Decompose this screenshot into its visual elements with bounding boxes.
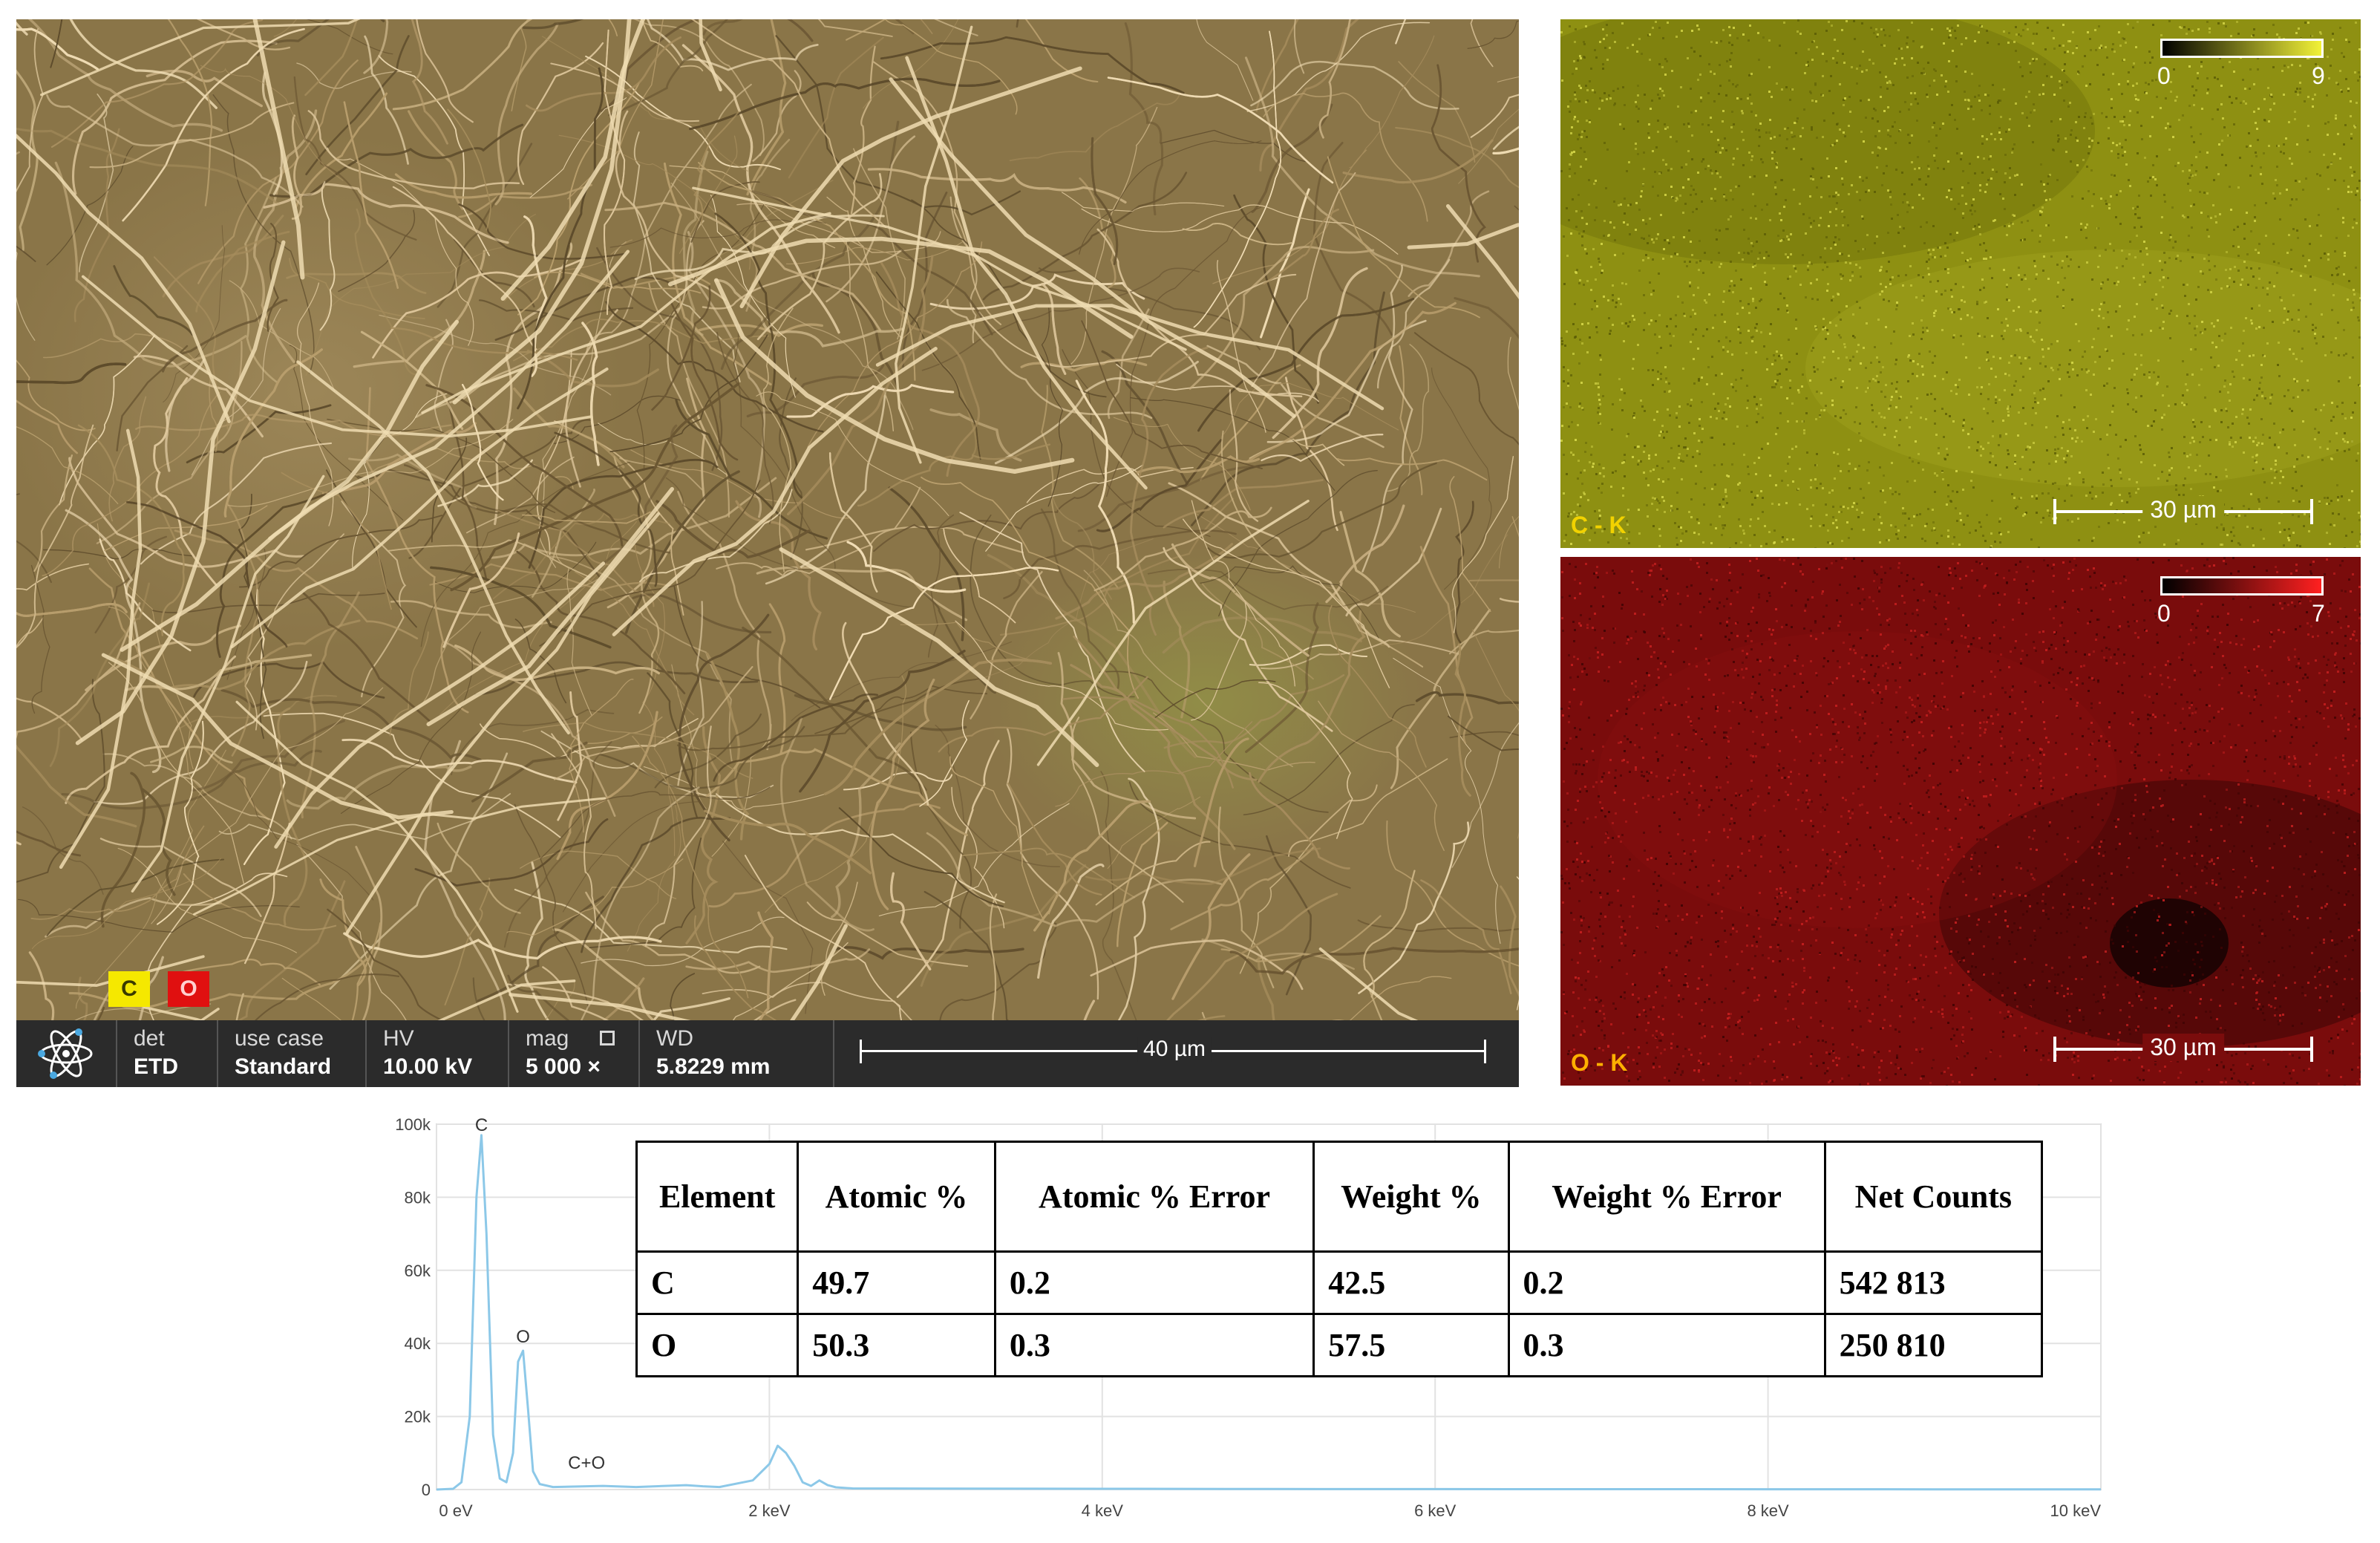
x-tick-label: 4 keV — [1082, 1501, 1124, 1520]
table-row: O 50.3 0.3 57.5 0.3 250 810 — [635, 1313, 2044, 1377]
wd-value: 5.8229 mm — [656, 1054, 771, 1079]
quantification-table: Element Atomic % Atomic % Error Weight %… — [635, 1141, 2044, 1377]
x-tick-label: 10 keV — [2050, 1501, 2102, 1520]
sem-image: C O — [16, 19, 1519, 1020]
wd-cell: WD 5.8229 mm — [638, 1020, 833, 1087]
legend-carbon: C — [108, 971, 150, 1007]
carbon-colorbar-max: 9 — [2312, 62, 2325, 89]
atom-icon — [16, 1020, 116, 1087]
carbon-map: 0 9 C - K 30 µm — [1560, 19, 2361, 548]
carbon-colorbar — [2160, 39, 2324, 58]
carbon-map-label: C - K — [1571, 512, 1627, 538]
cell-atomic: 50.3 — [797, 1313, 996, 1377]
cell-element: C — [635, 1250, 800, 1315]
fiber-network — [16, 19, 1519, 1020]
cell-atomic-error: 0.2 — [993, 1250, 1315, 1315]
mag-label: mag — [526, 1026, 569, 1051]
oxygen-colorbar-max: 7 — [2312, 600, 2325, 627]
use-case-value: Standard — [235, 1054, 332, 1079]
table-header-row: Element Atomic % Atomic % Error Weight %… — [635, 1141, 2044, 1253]
scale-bar: 40 µm — [840, 1037, 1508, 1066]
oxygen-map-label: O - K — [1571, 1049, 1628, 1076]
cell-weight: 42.5 — [1312, 1250, 1510, 1315]
header-net-counts: Net Counts — [1823, 1141, 2044, 1253]
cell-weight: 57.5 — [1312, 1313, 1510, 1377]
scale-bar-label: 40 µm — [1137, 1037, 1212, 1062]
legend-oxygen: O — [168, 971, 209, 1007]
hv-label: HV — [383, 1026, 414, 1051]
oxygen-map: 0 7 O - K 30 µm — [1560, 557, 2361, 1086]
oxygen-colorbar — [2160, 576, 2324, 596]
oxygen-map-noise — [1560, 557, 2361, 1086]
cell-weight-error: 0.2 — [1507, 1250, 1826, 1315]
y-tick-label: 40k — [405, 1334, 431, 1353]
cell-net-counts: 250 810 — [1823, 1313, 2044, 1377]
carbon-colorbar-min: 0 — [2157, 62, 2171, 89]
wd-label: WD — [656, 1026, 693, 1051]
cell-atomic-error: 0.3 — [993, 1313, 1315, 1377]
y-tick-label: 100k — [395, 1115, 431, 1134]
oxygen-scale-label: 30 µm — [2142, 1034, 2224, 1061]
mag-cell: mag 5 000 × — [508, 1020, 638, 1087]
carbon-scale-label: 30 µm — [2142, 496, 2224, 523]
table-row: C 49.7 0.2 42.5 0.2 542 813 — [635, 1250, 2044, 1315]
x-tick-label: 0 eV — [439, 1501, 473, 1520]
cell-element: O — [635, 1313, 800, 1377]
det-value: ETD — [134, 1054, 178, 1079]
peak-label: C+O — [568, 1453, 605, 1473]
y-tick-label: 80k — [405, 1188, 431, 1207]
hv-cell: HV 10.00 kV — [365, 1020, 508, 1087]
oxygen-colorbar-min: 0 — [2157, 600, 2171, 627]
use-case-label: use case — [235, 1026, 324, 1051]
carbon-scale-bar: 30 µm — [2053, 496, 2313, 524]
use-case-cell: use case Standard — [217, 1020, 365, 1087]
det-cell: det ETD — [116, 1020, 217, 1087]
sem-info-bar: det ETD use case Standard HV 10.00 kV ma… — [16, 1020, 1519, 1087]
y-tick-label: 60k — [405, 1262, 431, 1280]
header-weight: Weight % — [1312, 1141, 1510, 1253]
hv-value: 10.00 kV — [383, 1054, 473, 1079]
carbon-map-noise — [1560, 19, 2361, 548]
header-element: Element — [635, 1141, 800, 1253]
peak-label: O — [516, 1327, 530, 1347]
x-tick-label: 6 keV — [1414, 1501, 1457, 1520]
header-atomic-error: Atomic % Error — [993, 1141, 1315, 1253]
mag-value: 5 000 × — [526, 1054, 601, 1079]
oxygen-scale-bar: 30 µm — [2053, 1034, 2313, 1062]
x-tick-label: 2 keV — [748, 1501, 791, 1520]
cell-weight-error: 0.3 — [1507, 1313, 1826, 1377]
cell-net-counts: 542 813 — [1823, 1250, 2044, 1315]
peak-label: C — [475, 1115, 488, 1135]
y-tick-label: 0 — [422, 1481, 431, 1499]
y-tick-label: 20k — [405, 1408, 431, 1426]
square-icon — [600, 1031, 615, 1045]
x-tick-label: 8 keV — [1747, 1501, 1789, 1520]
cell-atomic: 49.7 — [797, 1250, 996, 1315]
header-weight-error: Weight % Error — [1507, 1141, 1826, 1253]
header-atomic: Atomic % — [797, 1141, 996, 1253]
det-label: det — [134, 1026, 165, 1051]
